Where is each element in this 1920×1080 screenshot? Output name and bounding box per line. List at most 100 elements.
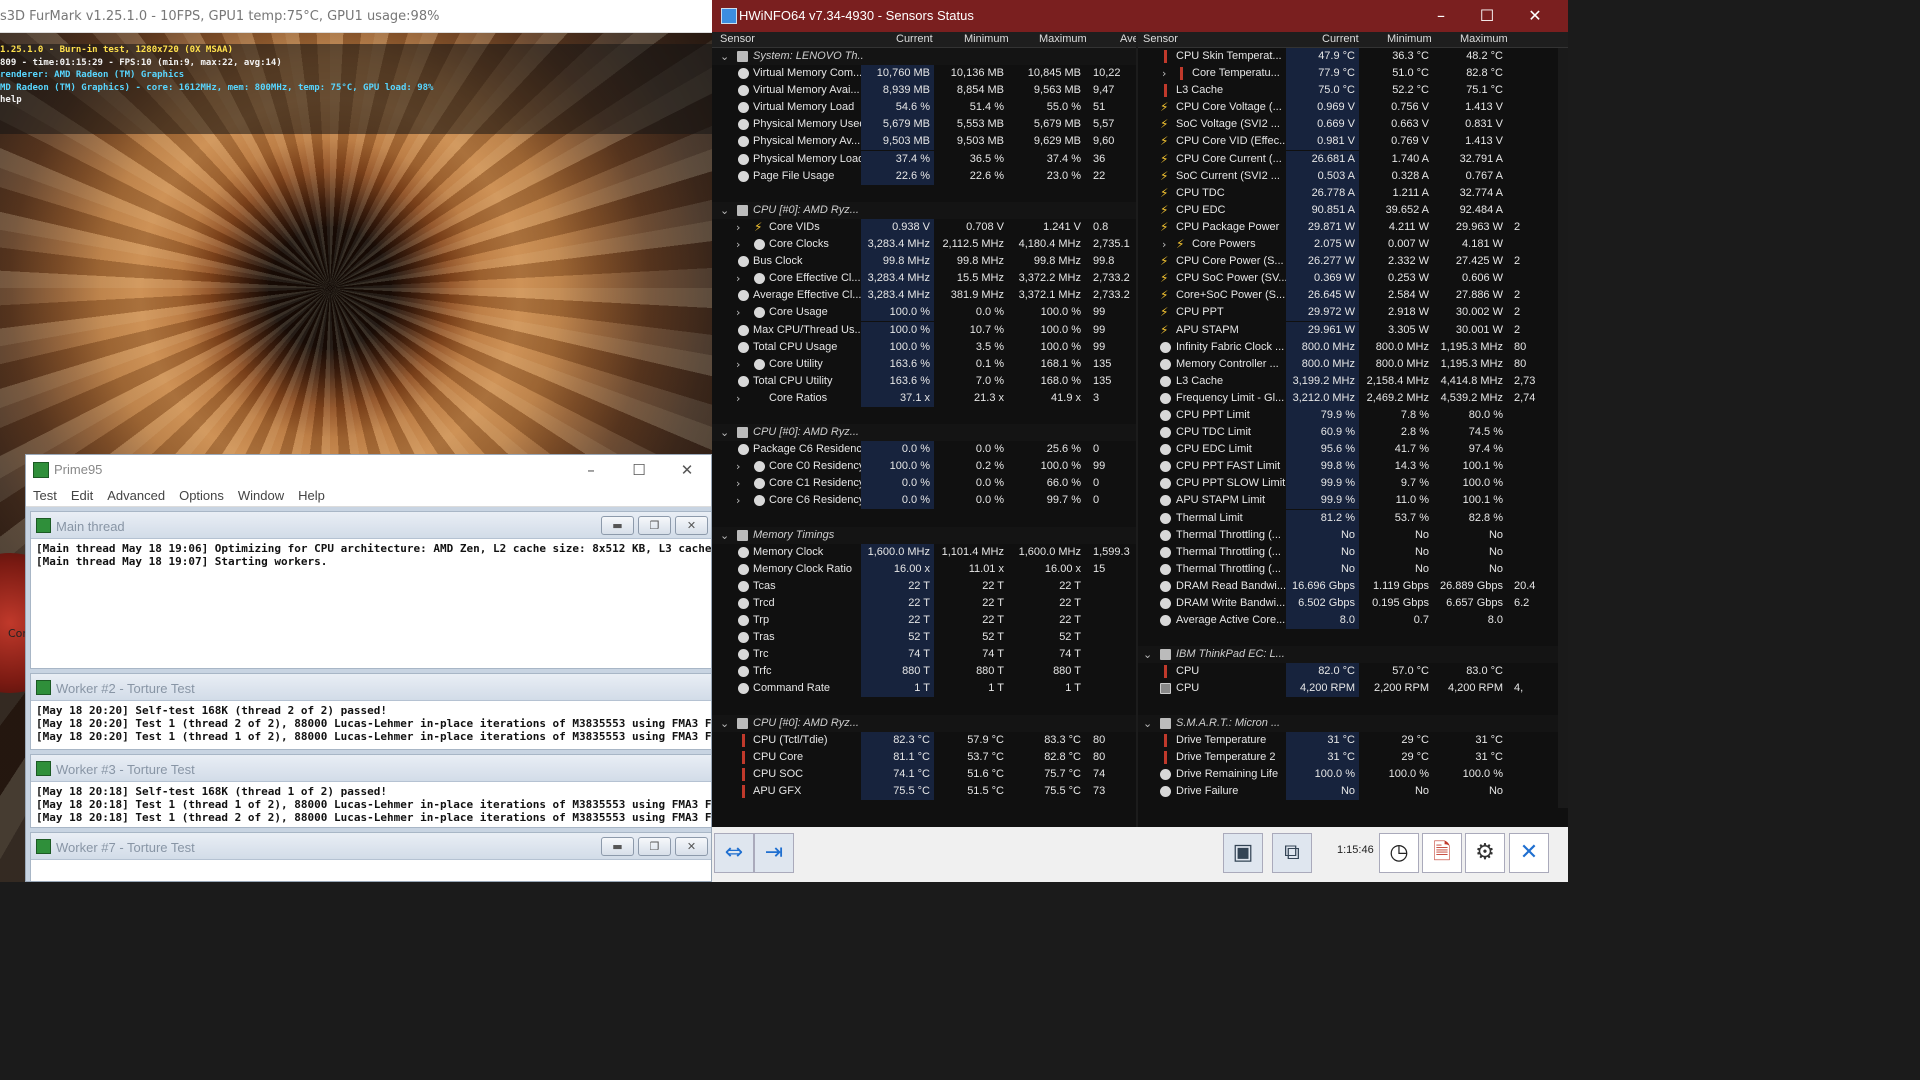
settings-gear-icon[interactable]: ⚙ [1465, 833, 1505, 873]
sensor-row[interactable]: Drive Failure No No No [1138, 783, 1568, 801]
header-current[interactable]: Current [1322, 33, 1359, 45]
menu-advanced[interactable]: Advanced [107, 485, 179, 506]
collapse-chevron-icon[interactable]: ⌄ [720, 717, 729, 730]
sensor-row[interactable]: Virtual Memory Avai... 8,939 MB 8,854 MB… [712, 82, 1136, 100]
sensor-row[interactable]: Drive Temperature 31 °C 29 °C 31 °C [1138, 731, 1568, 749]
report-icon[interactable]: 🗎 [1422, 833, 1462, 873]
mdi-close-button[interactable]: ✕ [675, 516, 708, 535]
sensor-row[interactable]: › Core C0 Residency 100.0 % 0.2 % 100.0 %… [712, 458, 1136, 476]
sensor-row[interactable]: CPU 4,200 RPM 2,200 RPM 4,200 RPM 4, [1138, 680, 1568, 698]
sensor-group[interactable]: ⌄ CPU [#0]: AMD Ryz... [712, 714, 1136, 732]
sensor-row[interactable]: Trcd 22 T 22 T 22 T [712, 595, 1136, 612]
worker-7-window[interactable]: Worker #7 - Torture Test ▬ ❐ ✕ [30, 832, 711, 881]
sensor-row[interactable]: Memory Clock Ratio 16.00 x 11.01 x 16.00… [712, 560, 1136, 578]
hwinfo-titlebar[interactable]: HWiNFO64 v7.34-4930 - Sensors Status – ☐… [712, 0, 1568, 32]
collapse-chevron-icon[interactable]: ⌄ [720, 204, 729, 217]
sensor-row[interactable]: Physical Memory Load 37.4 % 36.5 % 37.4 … [712, 150, 1136, 168]
sensor-row[interactable]: CPU Skin Temperat... 47.9 °C 36.3 °C 48.… [1138, 48, 1568, 65]
sensor-row[interactable]: › ⚡ Core Powers 2.075 W 0.007 W 4.181 W [1138, 236, 1568, 254]
sensor-row[interactable]: Thermal Throttling (... No No No [1138, 543, 1568, 561]
column-header[interactable]: Sensor Current Minimum Maximum Ave [712, 32, 1136, 48]
expand-chevron-icon[interactable]: › [736, 272, 740, 285]
sensor-row[interactable]: CPU PPT FAST Limit 99.8 % 14.3 % 100.1 % [1138, 458, 1568, 476]
sensor-row[interactable]: ⚡ Core+SoC Power (S... 26.645 W 2.584 W 2… [1138, 287, 1568, 305]
collapse-chevron-icon[interactable]: ⌄ [720, 529, 729, 542]
sensor-row[interactable]: L3 Cache 3,199.2 MHz 2,158.4 MHz 4,414.8… [1138, 372, 1568, 390]
sensor-row[interactable]: › Core C6 Residency 0.0 % 0.0 % 99.7 % 0 [712, 492, 1136, 510]
sensor-row[interactable]: › Core Utility 163.6 % 0.1 % 168.1 % 135 [712, 355, 1136, 373]
sensor-row[interactable]: › Core Ratios 37.1 x 21.3 x 41.9 x 3 [712, 389, 1136, 407]
sensor-row[interactable]: ⚡ CPU Package Power 29.871 W 4.211 W 29.9… [1138, 218, 1568, 236]
maximize-button[interactable]: ☐ [616, 458, 662, 482]
maximize-button[interactable]: ☐ [1464, 0, 1510, 32]
sensor-row[interactable]: ⚡ CPU TDC 26.778 A 1.211 A 32.774 A [1138, 184, 1568, 202]
mdi-close-button[interactable]: ✕ [675, 837, 708, 856]
mdi-restore-button[interactable]: ❐ [638, 837, 671, 856]
sensor-row[interactable]: Physical Memory Av... 9,503 MB 9,503 MB … [712, 133, 1136, 151]
sensor-row[interactable]: › Core Clocks 3,283.4 MHz 2,112.5 MHz 4,1… [712, 236, 1136, 254]
sensor-row[interactable]: Thermal Throttling (... No No No [1138, 526, 1568, 544]
sensor-row[interactable]: Virtual Memory Load 54.6 % 51.4 % 55.0 %… [712, 99, 1136, 117]
sensor-row[interactable]: Trp 22 T 22 T 22 T [712, 612, 1136, 630]
minimize-button[interactable]: – [568, 458, 614, 482]
sensor-group[interactable]: ⌄ CPU [#0]: AMD Ryz... [712, 424, 1136, 442]
sensor-row[interactable]: ⚡ CPU Core Power (S... 26.277 W 2.332 W 2… [1138, 253, 1568, 271]
log-body[interactable]: [May 18 20:20] Self-test 168K (thread 2 … [31, 701, 711, 746]
network-icon[interactable]: ⧉ [1272, 833, 1312, 873]
sensor-row[interactable]: CPU 82.0 °C 57.0 °C 83.0 °C [1138, 663, 1568, 681]
sensor-row[interactable]: DRAM Read Bandwi... 16.696 Gbps 1.119 Gb… [1138, 577, 1568, 595]
sensor-row[interactable]: Memory Clock 1,600.0 MHz 1,101.4 MHz 1,6… [712, 543, 1136, 561]
close-sensors-icon[interactable]: ✕ [1509, 833, 1549, 873]
close-button[interactable]: ✕ [1512, 0, 1558, 32]
collapse-chevron-icon[interactable]: ⌄ [720, 50, 729, 63]
sensor-row[interactable]: CPU (Tctl/Tdie) 82.3 °C 57.9 °C 83.3 °C … [712, 731, 1136, 749]
sensor-row[interactable]: CPU EDC Limit 95.6 % 41.7 % 97.4 % [1138, 441, 1568, 459]
mdi-titlebar[interactable]: Main thread ▬ ❐ ✕ [31, 512, 711, 539]
header-minimum[interactable]: Minimum [964, 33, 1009, 45]
minimize-button[interactable]: – [1418, 0, 1464, 32]
collapse-chevron-icon[interactable]: ⌄ [1143, 648, 1152, 661]
sensor-row[interactable]: Total CPU Usage 100.0 % 3.5 % 100.0 % 99 [712, 338, 1136, 356]
sensor-row[interactable]: Thermal Throttling (... No No No [1138, 560, 1568, 578]
sensor-row[interactable]: APU STAPM Limit 99.9 % 11.0 % 100.1 % [1138, 492, 1568, 510]
sensor-row[interactable]: Virtual Memory Com... 10,760 MB 10,136 M… [712, 65, 1136, 83]
sensor-panel-left[interactable]: Sensor Current Minimum Maximum Ave ⌄ Sys… [712, 32, 1136, 827]
monitor-icon[interactable]: ▣ [1223, 833, 1263, 873]
header-current[interactable]: Current [896, 33, 933, 45]
expand-chevron-icon[interactable]: › [736, 221, 740, 234]
sensor-row[interactable]: Physical Memory Used 5,679 MB 5,553 MB 5… [712, 116, 1136, 134]
sensor-group[interactable]: ⌄ Memory Timings [712, 526, 1136, 544]
sensor-row[interactable]: Average Active Core... 8.0 0.7 8.0 [1138, 612, 1568, 630]
collapse-chevron-icon[interactable]: ⌄ [1143, 717, 1152, 730]
worker-2-window[interactable]: Worker #2 - Torture Test [May 18 20:20] … [30, 673, 711, 750]
mdi-restore-button[interactable]: ❐ [638, 516, 671, 535]
sensor-row[interactable]: › ⚡ Core VIDs 0.938 V 0.708 V 1.241 V 0.8 [712, 218, 1136, 236]
mdi-minimize-button[interactable]: ▬ [601, 837, 634, 856]
mdi-titlebar[interactable]: Worker #2 - Torture Test [31, 674, 711, 701]
sensor-row[interactable]: Package C6 Residency 0.0 % 0.0 % 25.6 % … [712, 441, 1136, 459]
sensor-group[interactable]: ⌄ IBM ThinkPad EC: L... [1138, 646, 1568, 664]
furmark-titlebar[interactable]: s3D FurMark v1.25.1.0 - 10FPS, GPU1 temp… [0, 0, 712, 33]
header-maximum[interactable]: Maximum [1460, 33, 1508, 45]
expand-chevron-icon[interactable]: › [736, 238, 740, 251]
sensor-row[interactable]: CPU Core 81.1 °C 53.7 °C 82.8 °C 80 [712, 748, 1136, 766]
sensor-row[interactable]: ⚡ SoC Voltage (SVI2 ... 0.669 V 0.663 V 0… [1138, 116, 1568, 134]
sensor-row[interactable]: Frequency Limit - Gl... 3,212.0 MHz 2,46… [1138, 389, 1568, 407]
sensor-row[interactable]: Memory Controller ... 800.0 MHz 800.0 MH… [1138, 355, 1568, 373]
header-minimum[interactable]: Minimum [1387, 33, 1432, 45]
expand-chevron-icon[interactable]: › [736, 358, 740, 371]
sensor-group[interactable]: ⌄ S.M.A.R.T.: Micron ... [1138, 714, 1568, 732]
sensor-row[interactable]: L3 Cache 75.0 °C 52.2 °C 75.1 °C [1138, 82, 1568, 100]
sensor-row[interactable]: ⚡ CPU Core Voltage (... 0.969 V 0.756 V 1… [1138, 99, 1568, 117]
header-average[interactable]: Ave [1120, 33, 1136, 45]
sensor-row[interactable]: Average Effective Cl... 3,283.4 MHz 381.… [712, 287, 1136, 305]
expand-chevron-icon[interactable]: › [736, 494, 740, 507]
sensor-row[interactable]: CPU PPT Limit 79.9 % 7.8 % 80.0 % [1138, 406, 1568, 424]
sensor-row[interactable]: Drive Remaining Life 100.0 % 100.0 % 100… [1138, 765, 1568, 783]
collapse-arrows-icon[interactable]: ⇔ [714, 833, 754, 873]
sensor-row[interactable]: ⚡ SoC Current (SVI2 ... 0.503 A 0.328 A 0… [1138, 167, 1568, 185]
sensor-row[interactable]: Command Rate 1 T 1 T 1 T [712, 680, 1136, 698]
sensor-row[interactable]: Max CPU/Thread Us... 100.0 % 10.7 % 100.… [712, 321, 1136, 339]
sensor-row[interactable]: DRAM Write Bandwi... 6.502 Gbps 0.195 Gb… [1138, 595, 1568, 612]
expand-chevron-icon[interactable]: › [1162, 238, 1166, 251]
